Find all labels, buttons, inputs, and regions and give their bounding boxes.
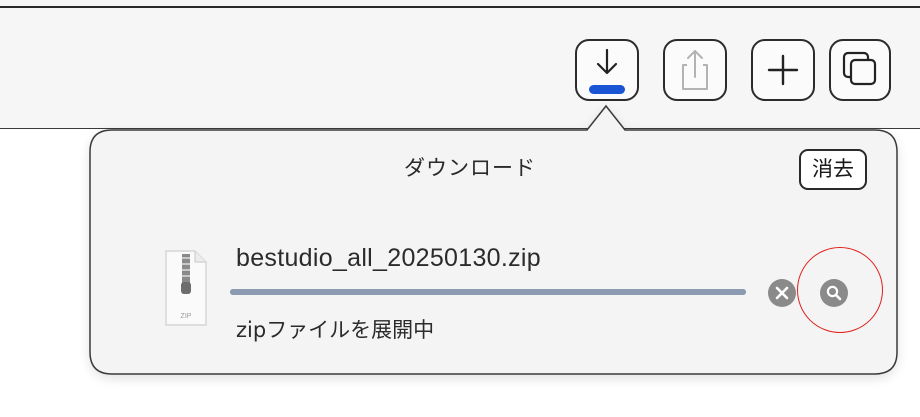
download-status: zipファイルを展開中 (236, 318, 435, 342)
download-progress-fill (230, 289, 746, 295)
cancel-download-button[interactable] (768, 279, 796, 307)
download-file-name: bestudio_all_20250130.zip (236, 244, 541, 272)
downloads-popover: ダウンロード 消去 ZIP bestudio_all_20250130.zip … (0, 0, 920, 417)
popover-title: ダウンロード (404, 156, 536, 180)
svg-text:ZIP: ZIP (181, 313, 192, 320)
close-icon (775, 286, 789, 300)
download-progress-bar (230, 289, 746, 295)
clear-downloads-button[interactable]: 消去 (799, 149, 867, 190)
popover-shape (89, 104, 898, 378)
annotation-highlight-circle (797, 247, 883, 333)
zip-file-icon: ZIP (165, 250, 207, 326)
